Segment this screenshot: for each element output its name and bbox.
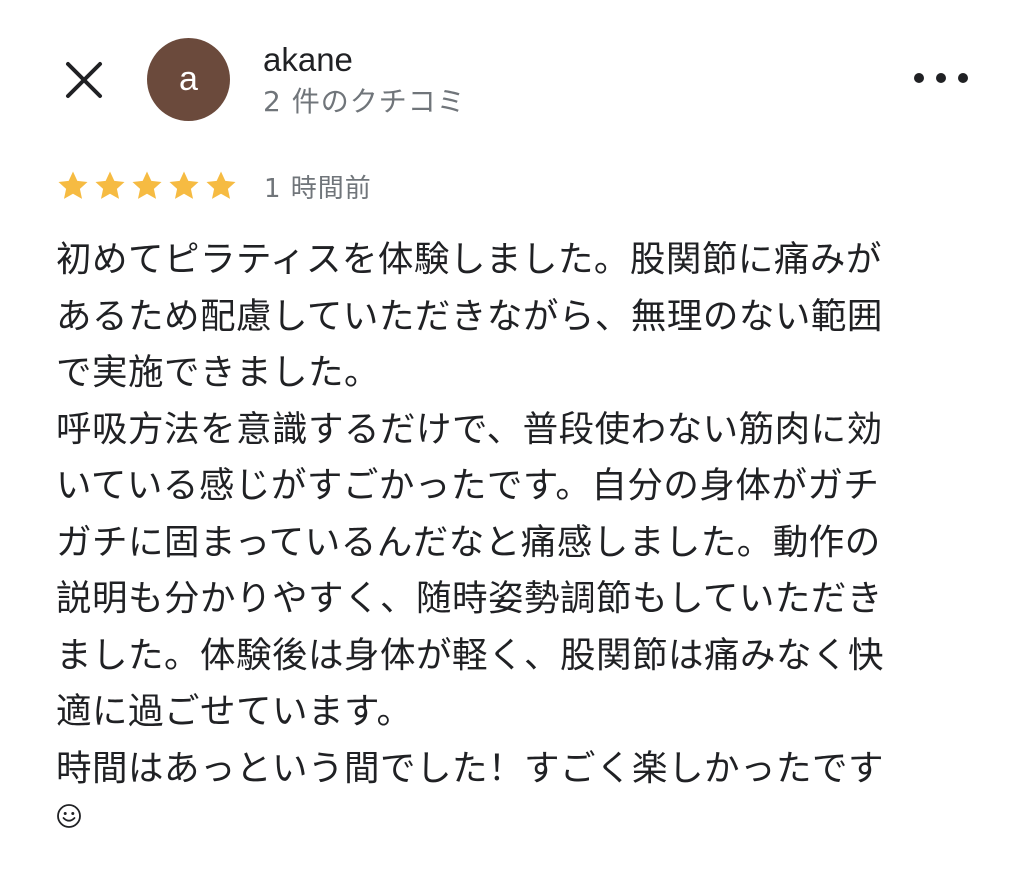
more-options-icon-dot bbox=[936, 73, 946, 83]
review-detail-screen: a akane 2 件のクチコミ 1 時間前 初めてピラティスを体験しました。股… bbox=[0, 0, 1024, 884]
star-icon bbox=[95, 171, 125, 199]
review-text-line: 適に過ごせています。 bbox=[56, 691, 413, 732]
rating-row: 1 時間前 bbox=[56, 166, 372, 206]
more-options-button[interactable] bbox=[914, 60, 968, 96]
review-text-line: 時間はあっという間でした！すごく楽しかったです bbox=[56, 747, 885, 789]
review-text-line: 初めてピラティスを体験しました。股関節に痛みが bbox=[56, 239, 882, 280]
review-text-line: あるため配慮していただきながら、無理のない範囲 bbox=[56, 295, 883, 337]
close-button[interactable] bbox=[60, 56, 108, 104]
review-text-line: 説明も分かりやすく、随時姿勢調節もしていただき bbox=[56, 578, 883, 619]
review-text-line: 呼吸方法を意識するだけで、普段使わない筋肉に効 bbox=[56, 408, 883, 450]
star-rating bbox=[56, 169, 238, 203]
user-name[interactable]: akane bbox=[263, 40, 353, 80]
review-text-line: いている感じがすごかったです。自分の身体がガチ bbox=[56, 465, 880, 506]
more-options-icon bbox=[914, 73, 924, 83]
review-text-line: で実施できました。 bbox=[56, 352, 381, 393]
avatar[interactable]: a bbox=[147, 38, 230, 121]
star-icon bbox=[206, 171, 236, 199]
review-text-line: ガチに固まっているんだなと痛感しました。動作の bbox=[56, 521, 881, 563]
star-icon bbox=[169, 171, 199, 199]
star-icon bbox=[132, 171, 162, 199]
more-options-icon-dot bbox=[958, 73, 968, 83]
smiling-face-icon bbox=[57, 804, 81, 828]
review-text-line: ました。体験後は身体が軽く、股関節は痛みなく快 bbox=[56, 634, 885, 676]
review-time: 1 時間前 bbox=[264, 173, 372, 204]
review-text: 初めてピラティスを体験しました。股関節に痛みが あるため配慮していただきながら、無… bbox=[56, 232, 976, 829]
close-icon bbox=[66, 62, 102, 98]
avatar-letter: a bbox=[179, 60, 198, 98]
review-count: 2 件のクチコミ bbox=[263, 85, 466, 118]
star-icon bbox=[58, 171, 88, 199]
